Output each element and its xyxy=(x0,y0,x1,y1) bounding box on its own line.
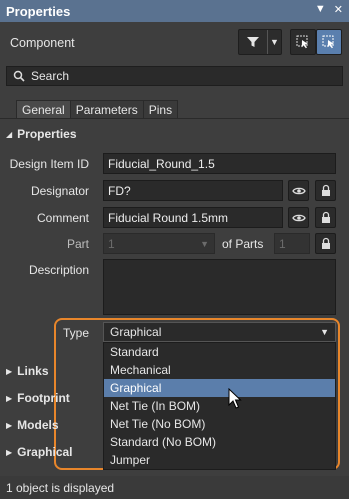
tab-bar: General Parameters Pins xyxy=(16,100,179,118)
comment-visibility-button[interactable] xyxy=(288,207,309,228)
tab-pins[interactable]: Pins xyxy=(142,100,179,118)
chevron-down-icon: ▼ xyxy=(320,327,329,337)
filter-icon xyxy=(239,35,267,49)
part-label: Part xyxy=(66,237,89,251)
description-field[interactable] xyxy=(103,259,336,315)
expand-triangle-icon: ▶ xyxy=(6,366,13,376)
section-links[interactable]: ▶ Links xyxy=(6,364,49,378)
designator-field[interactable]: FD? xyxy=(103,180,283,201)
type-option-net-tie-no-bom[interactable]: Net Tie (No BOM) xyxy=(104,415,335,433)
section-properties[interactable]: ◢ Properties xyxy=(6,127,77,141)
filter-button[interactable]: ▼ xyxy=(238,29,282,55)
designator-lock-button[interactable] xyxy=(315,180,336,201)
chevron-down-icon: ▼ xyxy=(270,37,279,47)
section-footprint[interactable]: ▶ Footprint xyxy=(6,391,70,405)
type-option-net-tie-in-bom[interactable]: Net Tie (In BOM) xyxy=(104,397,335,415)
design-item-id-field[interactable]: Fiducial_Round_1.5 xyxy=(103,153,336,174)
close-icon[interactable]: ✕ xyxy=(334,3,343,16)
type-option-standard[interactable]: Standard xyxy=(104,343,335,361)
search-icon xyxy=(13,70,25,82)
type-option-jumper[interactable]: Jumper xyxy=(104,451,335,469)
type-label: Type xyxy=(62,326,89,340)
section-models[interactable]: ▶ Models xyxy=(6,418,59,432)
status-bar: 1 object is displayed xyxy=(0,476,349,499)
type-option-mechanical[interactable]: Mechanical xyxy=(104,361,335,379)
expand-triangle-icon: ▶ xyxy=(6,420,13,430)
part-select[interactable]: 1 ▼ xyxy=(103,233,215,254)
expand-triangle-icon: ▶ xyxy=(6,393,13,403)
type-option-graphical[interactable]: Graphical xyxy=(104,379,335,397)
select-mask-button[interactable] xyxy=(316,29,342,55)
type-select[interactable]: Graphical ▼ xyxy=(103,322,336,342)
select-cursor-icon xyxy=(296,35,308,49)
description-label: Description xyxy=(28,263,89,277)
status-text: 1 object is displayed xyxy=(6,480,115,495)
panel-menu-icon[interactable]: ▼ xyxy=(315,3,326,16)
designator-visibility-button[interactable] xyxy=(288,180,309,201)
tab-general[interactable]: General xyxy=(16,100,71,118)
chevron-down-icon: ▼ xyxy=(200,238,209,249)
search-label: Search xyxy=(31,69,70,83)
eye-icon xyxy=(291,187,306,194)
panel-titlebar: Properties ▼ ✕ xyxy=(0,0,349,22)
search-input[interactable]: Search xyxy=(6,66,343,86)
type-option-standard-no-bom[interactable]: Standard (No BOM) xyxy=(104,433,335,451)
collapse-triangle-icon: ◢ xyxy=(6,129,13,139)
of-parts-label: of Parts xyxy=(222,237,264,251)
part-lock-button[interactable] xyxy=(315,233,336,254)
comment-label: Comment xyxy=(36,211,89,225)
lock-icon xyxy=(321,184,330,196)
comment-lock-button[interactable] xyxy=(315,207,336,228)
eye-icon xyxy=(291,214,306,221)
section-graphical[interactable]: ▶ Graphical xyxy=(6,445,73,459)
comment-field[interactable]: Fiducial Round 1.5mm xyxy=(103,207,283,228)
component-label: Component xyxy=(10,36,75,50)
expand-triangle-icon: ▶ xyxy=(6,447,13,457)
mouse-pointer-icon xyxy=(228,388,242,409)
lock-icon xyxy=(321,211,330,223)
of-parts-field: 1 xyxy=(274,233,310,254)
select-object-button[interactable] xyxy=(290,29,316,55)
design-item-id-label: Design Item ID xyxy=(9,157,89,171)
designator-label: Designator xyxy=(30,184,89,198)
type-dropdown-list: Standard Mechanical Graphical Net Tie (I… xyxy=(103,342,336,470)
select-mask-icon xyxy=(322,35,334,49)
panel-title: Properties xyxy=(6,3,71,19)
lock-icon xyxy=(321,237,330,249)
tab-parameters[interactable]: Parameters xyxy=(69,100,144,118)
